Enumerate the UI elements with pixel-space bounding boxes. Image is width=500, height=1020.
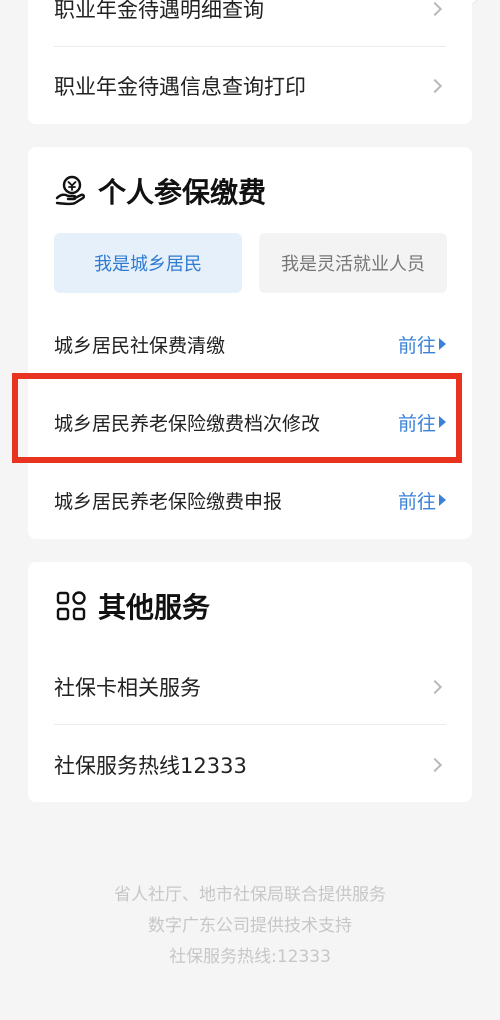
go-link[interactable]: 前往 [398, 331, 446, 358]
section-title-text: 个人参保缴费 [98, 176, 267, 209]
chevron-right-icon [427, 78, 443, 94]
tab-flexible-employment[interactable]: 我是灵活就业人员 [259, 233, 447, 293]
pension-query-card: 职业年金待遇明细查询 职业年金待遇信息查询打印 [28, 0, 472, 124]
list-item-hotline[interactable]: 社保服务热线12333 [54, 726, 446, 804]
tab-label: 我是城乡居民 [94, 254, 202, 275]
chevron-right-icon [427, 757, 443, 773]
list-item-label: 职业年金待遇明细查询 [54, 0, 264, 22]
footer-line-tech-support: 数字广东公司提供技术支持 [148, 916, 352, 936]
footer-line-hotline: 社保服务热线:12333 [169, 947, 331, 967]
caret-right-icon [439, 494, 446, 506]
coin-hand-icon [55, 175, 86, 206]
list-item-fee-settlement[interactable]: 城乡居民社保费清缴 前往 [54, 319, 446, 369]
divider [54, 724, 446, 725]
list-item-label: 社保卡相关服务 [54, 676, 201, 700]
footer-line-providers: 省人社厅、地市社保局联合提供服务 [114, 885, 386, 905]
list-item-pension-info-print[interactable]: 职业年金待遇信息查询打印 [54, 47, 446, 125]
caret-right-icon [439, 338, 446, 350]
list-item-label: 社保服务热线12333 [54, 754, 247, 778]
go-link-label: 前往 [397, 334, 436, 357]
list-item-pension-details[interactable]: 职业年金待遇明细查询 [54, 0, 446, 48]
footer: 省人社厅、地市社保局联合提供服务 数字广东公司提供技术支持 社保服务热线:123… [0, 880, 500, 973]
list-item-label: 城乡居民养老保险缴费申报 [54, 490, 283, 513]
list-item-label: 城乡居民社保费清缴 [54, 334, 226, 357]
list-item-social-security-card[interactable]: 社保卡相关服务 [54, 648, 446, 726]
chevron-right-icon [427, 679, 443, 695]
section-title-personal: 个人参保缴费 [54, 171, 266, 211]
other-services-card: 其他服务 社保卡相关服务 社保服务热线12333 [28, 562, 472, 802]
chevron-right-icon [427, 1, 443, 17]
tab-urban-rural-resident[interactable]: 我是城乡居民 [54, 233, 242, 293]
grid-apps-icon [56, 591, 86, 621]
section-title-text: 其他服务 [98, 591, 211, 624]
highlight-box [12, 373, 462, 463]
tab-label: 我是灵活就业人员 [281, 254, 425, 275]
go-link[interactable]: 前往 [398, 487, 446, 514]
section-title-other: 其他服务 [54, 586, 210, 626]
go-link-label: 前往 [397, 490, 436, 513]
list-item-pension-declaration[interactable]: 城乡居民养老保险缴费申报 前往 [54, 475, 446, 525]
personal-insurance-card: 个人参保缴费 我是城乡居民 我是灵活就业人员 城乡居民社保费清缴 前往 城乡居民… [28, 147, 472, 539]
list-item-label: 职业年金待遇信息查询打印 [54, 75, 306, 99]
